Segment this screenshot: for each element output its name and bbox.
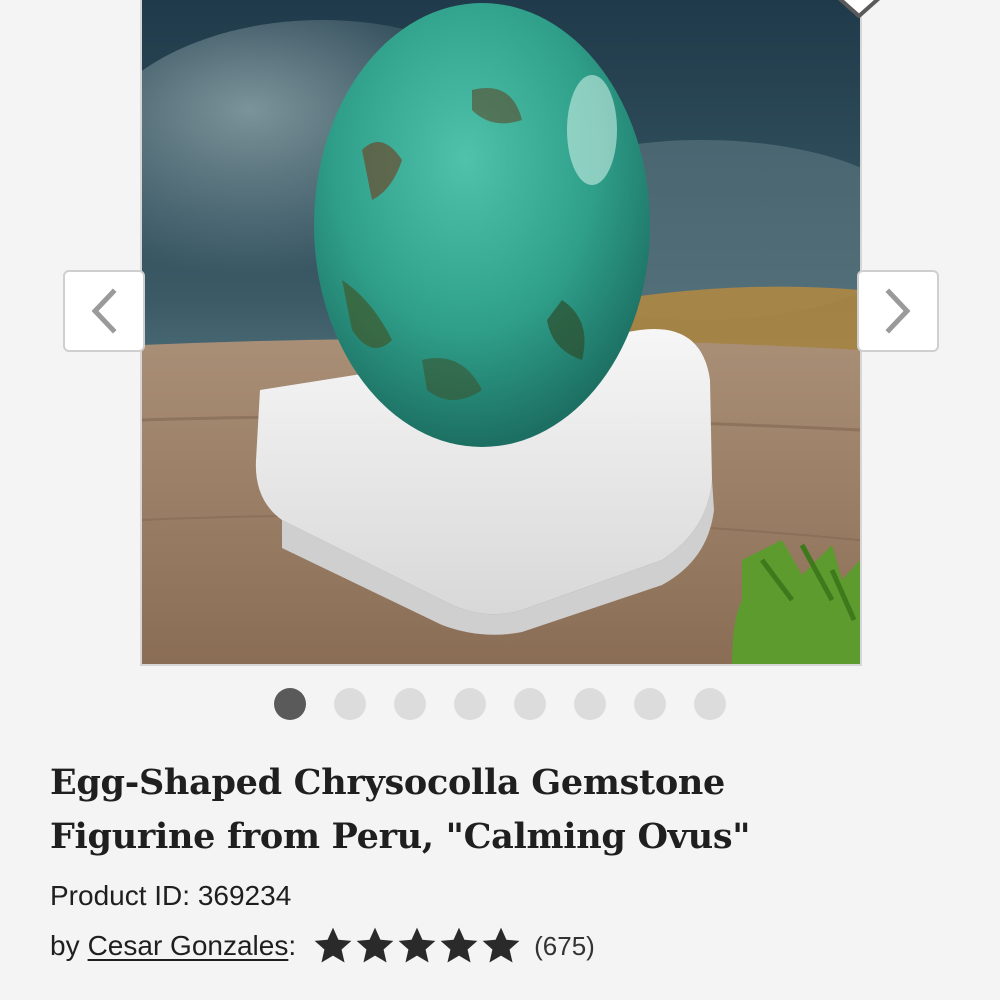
gallery-dot-6[interactable] [574,688,606,720]
star-icon [356,927,394,963]
product-title-line2: Figurine from Peru, "Calming Ovus" [50,816,751,857]
artist-link[interactable]: Cesar Gonzales [88,930,289,962]
gallery-next-button[interactable] [857,270,939,352]
star-icon [482,927,520,963]
gallery-dot-8[interactable] [694,688,726,720]
rating-stars[interactable] [312,925,522,967]
product-title-line1: Egg-Shaped Chrysocolla Gemstone [50,762,726,803]
product-image-gallery[interactable] [140,0,862,666]
by-label: by [50,930,80,961]
star-icon [398,927,436,963]
gallery-pagination [0,688,1000,720]
chevron-right-icon [885,288,911,334]
review-count-link[interactable]: (675) [534,931,595,962]
gallery-dot-2[interactable] [334,688,366,720]
gallery-dot-7[interactable] [634,688,666,720]
gallery-dot-3[interactable] [394,688,426,720]
product-photo [142,0,860,664]
gallery-dot-4[interactable] [454,688,486,720]
gallery-prev-button[interactable] [63,270,145,352]
gallery-dot-5[interactable] [514,688,546,720]
product-id: Product ID: 369234 [50,880,292,911]
wishlist-heart-icon[interactable] [826,0,892,20]
artist-byline: by Cesar Gonzales : (675) [50,924,595,968]
star-icon [314,927,352,963]
chevron-left-icon [91,288,117,334]
artist-suffix: : [288,930,297,961]
product-title: Egg-Shaped Chrysocolla Gemstone Figurine… [50,756,950,864]
star-icon [440,927,478,963]
gallery-dot-1[interactable] [274,688,306,720]
